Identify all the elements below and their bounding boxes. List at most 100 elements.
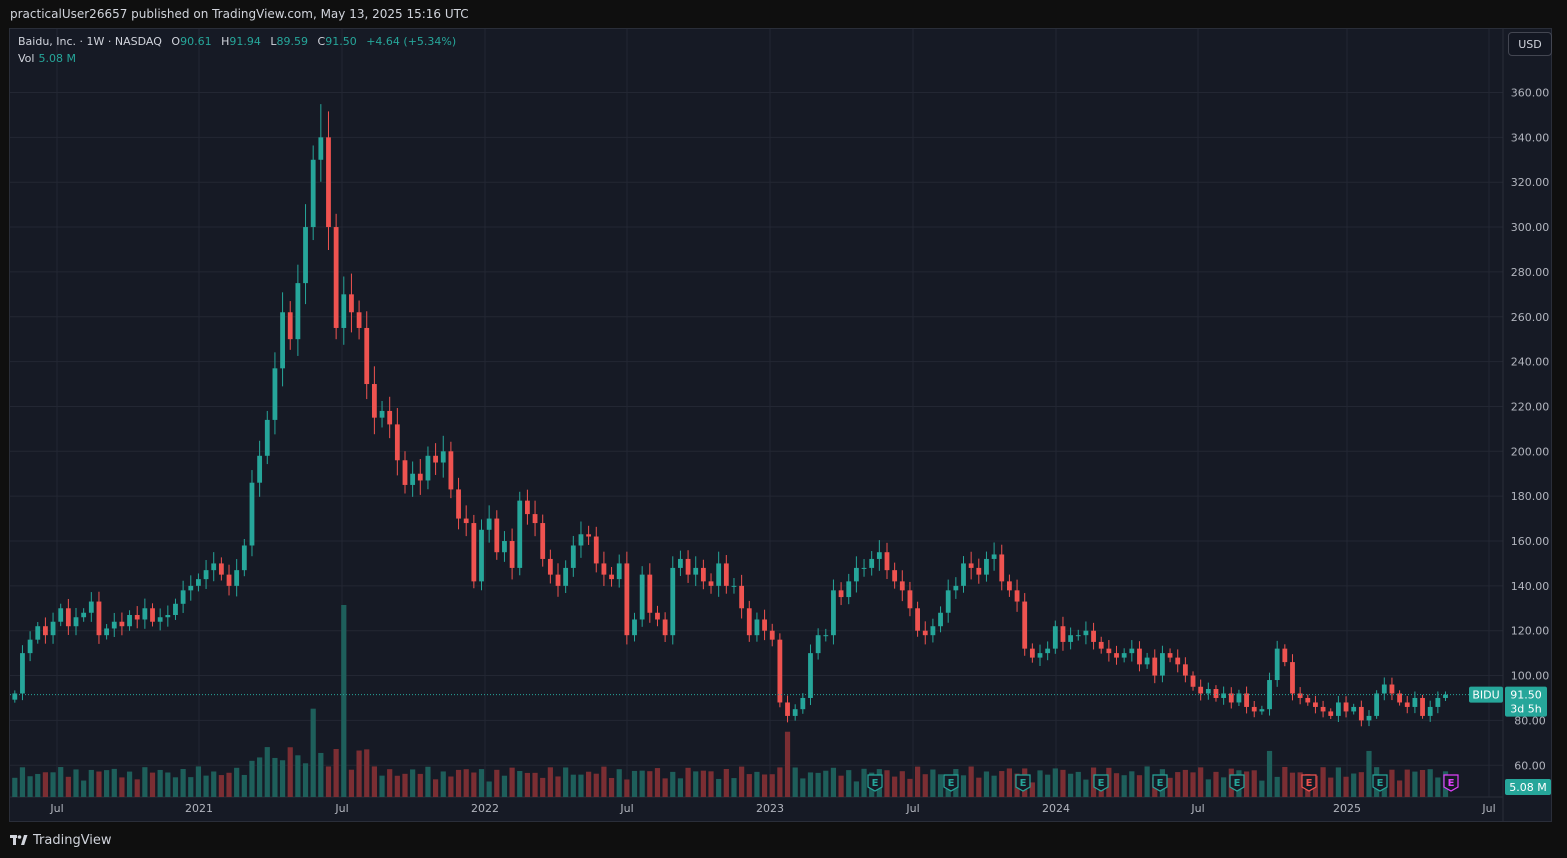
candle-body[interactable] <box>1343 702 1349 712</box>
candle-body[interactable] <box>907 590 913 609</box>
candle-body[interactable] <box>945 590 951 613</box>
candle-body[interactable] <box>991 554 997 559</box>
candle-body[interactable] <box>700 567 706 582</box>
candle-body[interactable] <box>287 312 293 340</box>
candle-body[interactable] <box>1068 635 1074 642</box>
candle-body[interactable] <box>264 419 270 456</box>
candle-body[interactable] <box>1335 702 1341 716</box>
candle-body[interactable] <box>930 626 936 636</box>
candle-body[interactable] <box>1282 648 1288 663</box>
candle-body[interactable] <box>632 619 637 636</box>
candle-body[interactable] <box>1244 693 1249 707</box>
candle-body[interactable] <box>555 574 561 586</box>
candle-body[interactable] <box>341 294 347 328</box>
candle-body[interactable] <box>800 697 806 710</box>
candle-body[interactable] <box>218 563 224 575</box>
candle-body[interactable] <box>203 570 209 580</box>
candle-body[interactable] <box>241 545 247 571</box>
candle-body[interactable] <box>1358 706 1364 721</box>
candle-body[interactable] <box>1251 706 1257 712</box>
candle-body[interactable] <box>1290 662 1295 694</box>
candle-body[interactable] <box>27 639 33 654</box>
candle-body[interactable] <box>326 137 331 228</box>
candle-body[interactable] <box>142 608 148 620</box>
candle-body[interactable] <box>456 489 461 519</box>
candle-body[interactable] <box>1114 653 1119 658</box>
candle-body[interactable] <box>50 621 56 636</box>
candle-body[interactable] <box>157 617 163 622</box>
candle-body[interactable] <box>1022 601 1028 649</box>
candle-body[interactable] <box>532 514 538 524</box>
candle-body[interactable] <box>1129 648 1135 654</box>
candle-body[interactable] <box>953 585 959 591</box>
candle-body[interactable] <box>448 451 454 490</box>
candle-body[interactable] <box>1060 626 1066 642</box>
candle-body[interactable] <box>578 534 584 546</box>
candle-body[interactable] <box>815 635 821 654</box>
candle-body[interactable] <box>1443 694 1448 698</box>
candle-body[interactable] <box>1137 648 1142 665</box>
candle-body[interactable] <box>831 590 836 636</box>
candle-body[interactable] <box>1381 684 1387 694</box>
tradingview-logo[interactable]: TradingView <box>10 833 112 848</box>
candle-body[interactable] <box>1374 693 1380 716</box>
candle-body[interactable] <box>1259 709 1265 712</box>
candle-body[interactable] <box>226 574 232 586</box>
candle-body[interactable] <box>838 590 844 598</box>
candle-body[interactable] <box>586 534 592 537</box>
candle-body[interactable] <box>1205 689 1211 694</box>
candle-body[interactable] <box>1328 711 1334 716</box>
candle-body[interactable] <box>1075 635 1081 637</box>
candle-body[interactable] <box>1412 697 1418 707</box>
candle-body[interactable] <box>410 473 416 485</box>
candle-body[interactable] <box>371 384 377 418</box>
candle-body[interactable] <box>922 630 928 636</box>
candle-body[interactable] <box>379 410 385 418</box>
price-chart[interactable]: 60.0080.00100.00120.00140.00160.00180.00… <box>0 0 1567 858</box>
candle-body[interactable] <box>716 563 722 586</box>
candle-body[interactable] <box>310 159 316 228</box>
candle-body[interactable] <box>624 563 630 636</box>
candle-body[interactable] <box>693 567 699 575</box>
candle-body[interactable] <box>165 615 171 618</box>
candle-body[interactable] <box>394 424 400 461</box>
candle-body[interactable] <box>333 227 339 328</box>
candle-body[interactable] <box>1182 664 1188 676</box>
candle-body[interactable] <box>846 581 852 598</box>
candle-body[interactable] <box>1098 641 1104 649</box>
candle-body[interactable] <box>547 558 553 575</box>
candle-body[interactable] <box>708 581 714 586</box>
candle-body[interactable] <box>938 612 943 627</box>
candle-body[interactable] <box>1152 657 1158 676</box>
candle-body[interactable] <box>1144 657 1150 665</box>
candle-body[interactable] <box>961 563 966 586</box>
candle-body[interactable] <box>731 585 737 587</box>
candle-body[interactable] <box>1389 684 1395 694</box>
candle-body[interactable] <box>739 585 745 609</box>
candle-body[interactable] <box>73 617 79 627</box>
candle-body[interactable] <box>609 574 614 580</box>
candle-body[interactable] <box>976 567 982 575</box>
candle-body[interactable] <box>1427 706 1433 716</box>
candle-body[interactable] <box>1106 648 1112 654</box>
candle-body[interactable] <box>1160 653 1165 676</box>
symbol-title[interactable]: Baidu, Inc. · 1W · NASDAQ <box>18 35 162 48</box>
candle-body[interactable] <box>127 615 132 627</box>
candle-body[interactable] <box>1014 590 1020 602</box>
candle-body[interactable] <box>318 137 324 160</box>
candle-body[interactable] <box>1305 697 1311 703</box>
candle-body[interactable] <box>1083 630 1089 636</box>
candle-body[interactable] <box>65 608 71 627</box>
candle-body[interactable] <box>1121 653 1127 658</box>
candle-body[interactable] <box>104 628 110 636</box>
candle-body[interactable] <box>869 558 875 568</box>
candle-body[interactable] <box>785 702 790 716</box>
candle-body[interactable] <box>111 621 117 629</box>
candle-body[interactable] <box>425 455 431 481</box>
candle-body[interactable] <box>280 312 285 369</box>
candle-body[interactable] <box>1274 648 1280 681</box>
candle-body[interactable] <box>655 612 660 620</box>
candle-body[interactable] <box>1313 702 1318 707</box>
candle-body[interactable] <box>678 558 683 568</box>
candle-body[interactable] <box>486 518 492 530</box>
